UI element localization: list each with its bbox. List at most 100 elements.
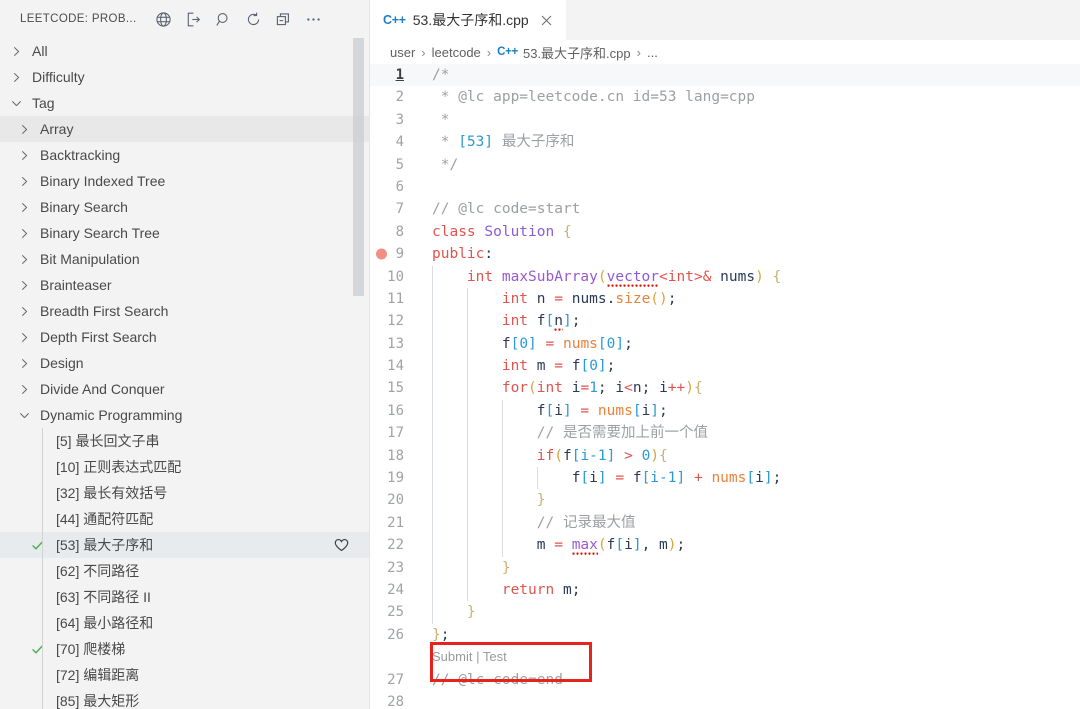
tree-item-32-最长有效括号[interactable]: [32] 最长有效括号 xyxy=(0,480,369,506)
code-line-11[interactable]: 11 int n = nums.size(); xyxy=(370,287,1080,311)
tab-53-max-subarray[interactable]: C++ 53.最大子序和.cpp xyxy=(370,0,566,40)
code-editor[interactable]: 1 /* 2 * @lc app=leetcode.cn id=53 lang=cp… xyxy=(370,64,1080,709)
line-number[interactable]: 26 xyxy=(370,624,416,646)
tree-item-all[interactable]: All xyxy=(0,38,369,64)
line-number[interactable]: 9 xyxy=(370,243,416,265)
code-line-28[interactable]: 28 xyxy=(370,691,1080,709)
chevron-right-icon[interactable] xyxy=(16,277,32,293)
line-number[interactable]: 8 xyxy=(370,221,416,243)
code-line-12[interactable]: 12 int f[n]; xyxy=(370,310,1080,333)
breadcrumb-item-symbols[interactable]: ... xyxy=(647,45,658,60)
line-number[interactable]: 10 xyxy=(370,266,416,288)
code-line-14[interactable]: 14 int m = f[0]; xyxy=(370,355,1080,378)
tree-item-72-编辑距离[interactable]: [72] 编辑距离 xyxy=(0,662,369,688)
code-line-23[interactable]: 23 } xyxy=(370,556,1080,579)
line-number[interactable]: 17 xyxy=(370,422,416,444)
code-line-13[interactable]: 13 f[0] = nums[0]; xyxy=(370,332,1080,356)
chevron-right-icon[interactable] xyxy=(16,355,32,371)
breakpoint-icon[interactable] xyxy=(376,248,387,260)
tree-item-10-正则表达式匹配[interactable]: [10] 正则表达式匹配 xyxy=(0,454,369,480)
line-number[interactable]: 20 xyxy=(370,489,416,511)
line-number[interactable]: 11 xyxy=(370,288,416,310)
line-number[interactable]: 1 xyxy=(370,64,416,86)
code-line-7[interactable]: 7 // @lc code=start xyxy=(370,198,1080,220)
tree-item-53-最大子序和[interactable]: [53] 最大子序和 xyxy=(0,532,369,558)
line-number[interactable]: 23 xyxy=(370,557,416,579)
line-number[interactable]: 13 xyxy=(370,333,416,355)
chevron-right-icon[interactable] xyxy=(16,329,32,345)
tree-item-62-不同路径[interactable]: [62] 不同路径 xyxy=(0,558,369,584)
code-line-4[interactable]: 4 * [53] 最大子序和 xyxy=(370,131,1080,153)
line-number[interactable]: 18 xyxy=(370,445,416,467)
favorite-heart-icon[interactable] xyxy=(334,532,349,558)
code-line-21[interactable]: 21 // 记录最大值 xyxy=(370,511,1080,535)
tree-item-63-不同路径-ii[interactable]: [63] 不同路径 II xyxy=(0,584,369,610)
tree-item-85-最大矩形[interactable]: [85] 最大矩形 xyxy=(0,688,369,709)
code-line-25[interactable]: 25 } xyxy=(370,601,1080,624)
tree-item-divide-and-conquer[interactable]: Divide And Conquer xyxy=(0,376,369,402)
chevron-right-icon[interactable] xyxy=(8,43,24,59)
chevron-right-icon[interactable] xyxy=(16,147,32,163)
tree-item-binary-search[interactable]: Binary Search xyxy=(0,194,369,220)
chevron-right-icon[interactable] xyxy=(16,303,32,319)
line-number[interactable]: 22 xyxy=(370,534,416,556)
code-line-16[interactable]: 16 f[i] = nums[i]; xyxy=(370,399,1080,423)
code-line-19[interactable]: 19 f[i] = f[i-1] + nums[i]; xyxy=(370,467,1080,490)
chevron-right-icon[interactable] xyxy=(16,225,32,241)
line-number[interactable]: 6 xyxy=(370,176,416,198)
tree-item-44-通配符匹配[interactable]: [44] 通配符匹配 xyxy=(0,506,369,532)
line-number[interactable]: 12 xyxy=(370,310,416,332)
code-line-24[interactable]: 24 return m; xyxy=(370,578,1080,602)
collapse-all-icon[interactable] xyxy=(271,7,297,31)
code-line-2[interactable]: 2 * @lc app=leetcode.cn id=53 lang=cpp xyxy=(370,86,1080,108)
line-number[interactable]: 19 xyxy=(370,467,416,489)
line-number[interactable]: 15 xyxy=(370,377,416,399)
tree-item-depth-first-search[interactable]: Depth First Search xyxy=(0,324,369,350)
refresh-icon[interactable] xyxy=(241,7,267,31)
line-number[interactable]: 3 xyxy=(370,109,416,131)
more-actions-icon[interactable] xyxy=(301,7,327,31)
chevron-down-icon[interactable] xyxy=(8,95,24,111)
line-number[interactable]: 24 xyxy=(370,579,416,601)
code-line-1[interactable]: 1 /* xyxy=(370,64,1080,87)
code-line-22[interactable]: 22 m = max(f[i], m); xyxy=(370,534,1080,557)
tree-item-70-爬楼梯[interactable]: [70] 爬楼梯 xyxy=(0,636,369,662)
search-icon[interactable] xyxy=(211,7,237,31)
line-number[interactable]: 25 xyxy=(370,601,416,623)
tree-item-brainteaser[interactable]: Brainteaser xyxy=(0,272,369,298)
line-number[interactable]: 27 xyxy=(370,669,416,691)
line-number[interactable]: 16 xyxy=(370,400,416,422)
chevron-down-icon[interactable] xyxy=(16,407,32,423)
tree-item-bit-manipulation[interactable]: Bit Manipulation xyxy=(0,246,369,272)
chevron-right-icon[interactable] xyxy=(16,199,32,215)
code-line-8[interactable]: 8 class Solution { xyxy=(370,221,1080,243)
line-number[interactable]: 21 xyxy=(370,512,416,534)
code-line-3[interactable]: 3 * xyxy=(370,109,1080,131)
close-icon[interactable] xyxy=(539,12,555,28)
line-number[interactable]: 14 xyxy=(370,355,416,377)
chevron-right-icon[interactable] xyxy=(16,251,32,267)
tree-item-array[interactable]: Array xyxy=(0,116,369,142)
code-line-26[interactable]: 26}; xyxy=(370,624,1080,646)
sign-out-icon[interactable] xyxy=(181,7,207,31)
line-number[interactable]: 4 xyxy=(370,131,416,153)
chevron-right-icon[interactable] xyxy=(16,173,32,189)
tree-item-64-最小路径和[interactable]: [64] 最小路径和 xyxy=(0,610,369,636)
globe-icon[interactable] xyxy=(151,7,177,31)
chevron-right-icon[interactable] xyxy=(16,121,32,137)
sidebar-scrollbar[interactable] xyxy=(353,38,364,296)
line-number[interactable]: 5 xyxy=(370,154,416,176)
breadcrumb-item-leetcode[interactable]: leetcode xyxy=(432,45,481,60)
chevron-right-icon[interactable] xyxy=(8,69,24,85)
line-number[interactable]: 28 xyxy=(370,691,416,709)
tree-item-difficulty[interactable]: Difficulty xyxy=(0,64,369,90)
tree-item-backtracking[interactable]: Backtracking xyxy=(0,142,369,168)
code-line-9[interactable]: 9 public: xyxy=(370,243,1080,265)
code-line-20[interactable]: 20 } xyxy=(370,489,1080,512)
code-line-6[interactable]: 6 xyxy=(370,176,1080,198)
breadcrumb-item-file[interactable]: 53.最大子序和.cpp xyxy=(523,43,631,62)
code-line-27[interactable]: 27 // @lc code=end xyxy=(370,669,1080,691)
tree-item-design[interactable]: Design xyxy=(0,350,369,376)
tree-item-binary-search-tree[interactable]: Binary Search Tree xyxy=(0,220,369,246)
code-line-15[interactable]: 15 for(int i=1; i<n; i++){ xyxy=(370,377,1080,400)
